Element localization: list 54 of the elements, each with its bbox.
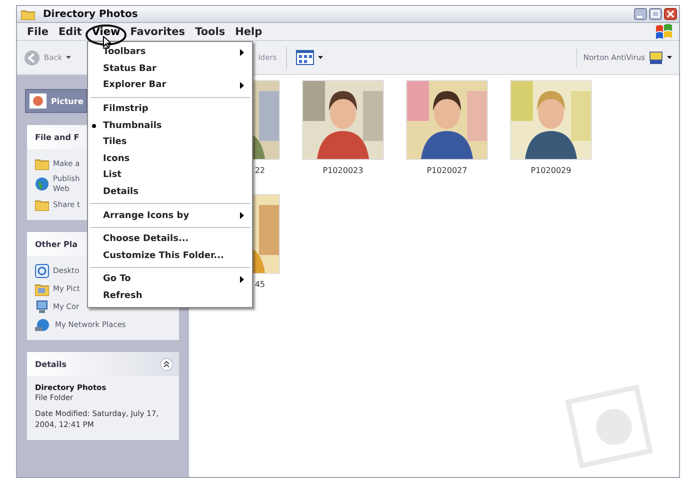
pictures-icon — [28, 92, 48, 110]
globe-icon — [35, 177, 49, 191]
menu-item[interactable]: Arrange Icons by — [88, 207, 252, 224]
menu-item[interactable]: Tiles — [88, 134, 252, 151]
thumbnail-label[interactable]: 22 — [254, 166, 265, 175]
menu-item[interactable]: List — [88, 167, 252, 184]
menu-item[interactable]: Go To — [88, 271, 252, 288]
folder-icon — [35, 198, 49, 210]
close-icon[interactable] — [664, 8, 677, 20]
menu-item[interactable]: Explorer Bar — [88, 77, 252, 94]
menu-item[interactable]: Details — [88, 184, 252, 200]
maximize-icon[interactable] — [649, 8, 662, 20]
panel-title: File and F — [35, 132, 80, 142]
folder-icon — [21, 8, 35, 20]
menu-item[interactable]: Customize This Folder... — [88, 248, 252, 264]
thumbnail-label[interactable]: P1020027 — [426, 166, 468, 175]
panel-title: Details — [35, 360, 67, 368]
menu-item[interactable]: Icons — [88, 150, 252, 168]
norton-icon — [649, 50, 663, 64]
submenu-arrow-icon — [240, 48, 244, 56]
menu-item[interactable]: Favorites — [125, 26, 190, 38]
submenu-arrow-icon — [240, 212, 244, 220]
radio-bullet-icon — [92, 124, 96, 128]
dropdown-arrow-icon — [66, 56, 72, 59]
computer-icon — [35, 300, 49, 314]
desktop-icon — [35, 264, 49, 278]
thumbnail-label[interactable]: P1020029 — [530, 166, 572, 175]
menu-item[interactable]: Tools — [190, 26, 230, 38]
submenu-arrow-icon — [240, 82, 244, 89]
pictures-folder-icon — [35, 282, 49, 296]
folder-icon — [35, 158, 49, 170]
pane-header-title: Picture — [51, 96, 84, 106]
menu-item[interactable]: Refresh — [88, 288, 252, 304]
dropdown-arrow-icon — [318, 56, 323, 59]
submenu-arrow-icon — [240, 276, 244, 283]
network-globe-icon — [35, 318, 51, 332]
menu-item[interactable]: Thumbnails — [88, 117, 252, 134]
menu-item[interactable]: Status Bar — [88, 60, 252, 78]
menu-item[interactable]: Edit — [54, 26, 87, 38]
panel-title: Other Pla — [35, 240, 78, 248]
menu-item[interactable]: File — [22, 26, 54, 38]
menu-item[interactable]: Help — [230, 26, 268, 38]
thumbnail-label[interactable]: P1020023 — [322, 166, 364, 175]
windows-flag-icon — [655, 24, 673, 40]
views-icon — [296, 50, 314, 65]
menu-item[interactable]: Filmstrip — [88, 100, 252, 118]
menu-item[interactable]: Choose Details... — [88, 230, 252, 248]
thumbnail-label[interactable]: 45 — [254, 280, 265, 289]
dropdown-arrow-icon — [667, 56, 672, 59]
menu-item[interactable]: Toolbars — [88, 44, 252, 61]
window-title: Directory Photos — [43, 8, 138, 20]
collapse-icon[interactable] — [160, 358, 173, 370]
minimize-icon[interactable] — [634, 8, 647, 20]
highlight-circle — [85, 24, 127, 46]
